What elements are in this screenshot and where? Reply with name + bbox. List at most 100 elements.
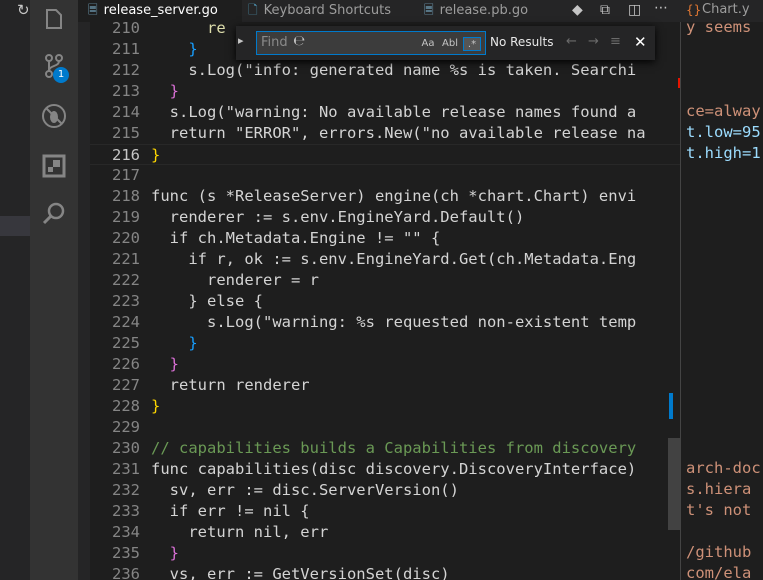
line-number: 235 [112,544,140,562]
code-editor[interactable]: 210 re 211 } 212 s.Log("info: generated … [90,22,680,580]
line-code: } [151,40,198,58]
split-editor-icon[interactable]: ◫ [628,2,641,18]
line-code: renderer := s.env.EngineYard.Default() [151,208,525,226]
code-line: t's not [686,501,752,519]
code-line: 230 // capabilities builds a Capabilities… [90,438,680,459]
code-line: 226 } [90,354,680,375]
line-number: 211 [112,40,140,58]
yaml-file-icon: {} [686,3,702,17]
code-line: 235 } [90,543,680,564]
split-editor-pane[interactable]: y seems ce=alway t.low=95 t.high=1 arch-… [683,22,763,580]
line-number: 210 [112,22,140,37]
text-cursor-icon: ℮ [293,33,305,49]
tab-keyboard-shortcuts[interactable]: 🗋 Keyboard Shortcuts [248,0,418,22]
open-changes-icon[interactable]: ◆ [572,2,583,18]
tab-label: Keyboard Shortcuts [263,3,392,18]
code-line: com/ela [686,564,752,580]
code-line: 221 if r, ok := s.env.EngineYard.Get(ch.… [90,249,680,270]
code-line: 217 [90,165,680,186]
line-number: 229 [112,418,140,436]
code-line: 234 return nil, err [90,522,680,543]
find-input[interactable]: Find ℮ Aa Abl .* [256,31,486,55]
activity-bar: 1 [30,0,78,580]
line-number: 218 [112,187,140,205]
explorer-strip: ↻ [0,0,30,580]
line-number: 216 [112,146,140,164]
line-code: return nil, err [151,523,329,541]
next-match-icon[interactable]: → [588,34,599,49]
line-code: s.Log("info: generated name %s is taken.… [151,61,637,79]
code-line: 227 return renderer [90,375,680,396]
find-status: No Results [490,35,554,49]
code-line: 233 if err != nil { [90,501,680,522]
cursor-marker [669,393,673,419]
line-number: 234 [112,523,140,541]
line-number: 225 [112,334,140,352]
line-number: 219 [112,208,140,226]
code-line: 213 } [90,81,680,102]
explorer-selected-row[interactable] [0,216,30,236]
code-line: 225 } [90,333,680,354]
line-number: 215 [112,124,140,142]
line-number: 224 [112,313,140,331]
code-line: 236 vs, err := GetVersionSet(disc) [90,564,680,580]
find-in-selection-icon[interactable]: ≡ [610,34,621,49]
open-preview-icon[interactable]: ⧉ [600,2,610,18]
code-line: ce=alway [686,102,761,120]
line-code: } [151,82,179,100]
explorer-icon[interactable] [40,6,68,34]
code-line: 232 sv, err := disc.ServerVersion() [90,480,680,501]
code-line-active: 216} [90,144,680,165]
line-number: 227 [112,376,140,394]
line-code: if err != nil { [151,502,310,520]
go-file-icon: 🗏 [424,3,434,17]
whole-word-button[interactable]: Abl [440,37,460,51]
extensions-icon[interactable] [40,152,68,180]
toggle-replace-icon[interactable]: ▸ [238,34,244,47]
line-code: vs, err := GetVersionSet(disc) [151,565,450,580]
match-case-button[interactable]: Aa [419,37,437,51]
code-line: 228} [90,396,680,417]
line-code: } [151,334,198,352]
previous-match-icon[interactable]: ← [566,34,577,49]
line-code: if ch.Metadata.Engine != "" { [151,229,441,247]
tab-release-pb[interactable]: 🗏 release.pb.go [424,0,564,22]
line-number: 231 [112,460,140,478]
code-line: 222 renderer = r [90,270,680,291]
line-number: 213 [112,82,140,100]
line-code: re [151,22,226,37]
code-line: s.hiera [686,480,752,498]
line-number: 220 [112,229,140,247]
line-code: // capabilities builds a Capabilities fr… [151,439,637,457]
code-line: /github [686,543,752,561]
line-code: if r, ok := s.env.EngineYard.Get(ch.Meta… [151,250,637,268]
refresh-icon[interactable]: ↻ [17,1,30,19]
code-line: 215 return "ERROR", errors.New("no avail… [90,123,680,144]
line-code: } else { [151,292,263,310]
search-icon[interactable] [40,200,68,228]
tab-chart-yaml[interactable]: {} Chart.y [684,0,763,22]
line-code: } [151,544,179,562]
code-line: 231 func capabilities(disc discovery.Disc… [90,459,680,480]
line-code: func capabilities(disc discovery.Discove… [151,460,637,478]
tab-release-server[interactable]: 🗏 release_server.go [78,0,242,22]
code-line: t.low=95 [686,123,761,141]
sidebar-gap [78,0,90,580]
line-number: 212 [112,61,140,79]
regex-button[interactable]: .* [463,37,481,51]
line-code: sv, err := disc.ServerVersion() [151,481,459,499]
line-number: 214 [112,103,140,121]
go-file-icon: 🗏 [88,3,98,17]
code-line: 224 s.Log("warning: %s requested non-exi… [90,312,680,333]
line-number: 230 [112,439,140,457]
line-code: } [151,146,161,164]
tab-label: release.pb.go [439,3,529,18]
debug-icon[interactable] [40,102,68,130]
code-line: t.high=1 [686,144,761,162]
close-icon[interactable]: ✕ [634,33,647,51]
more-actions-icon[interactable]: ⋯ [654,0,668,16]
line-number: 222 [112,271,140,289]
line-number: 232 [112,481,140,499]
line-number: 228 [112,397,140,415]
line-number: 223 [112,292,140,310]
